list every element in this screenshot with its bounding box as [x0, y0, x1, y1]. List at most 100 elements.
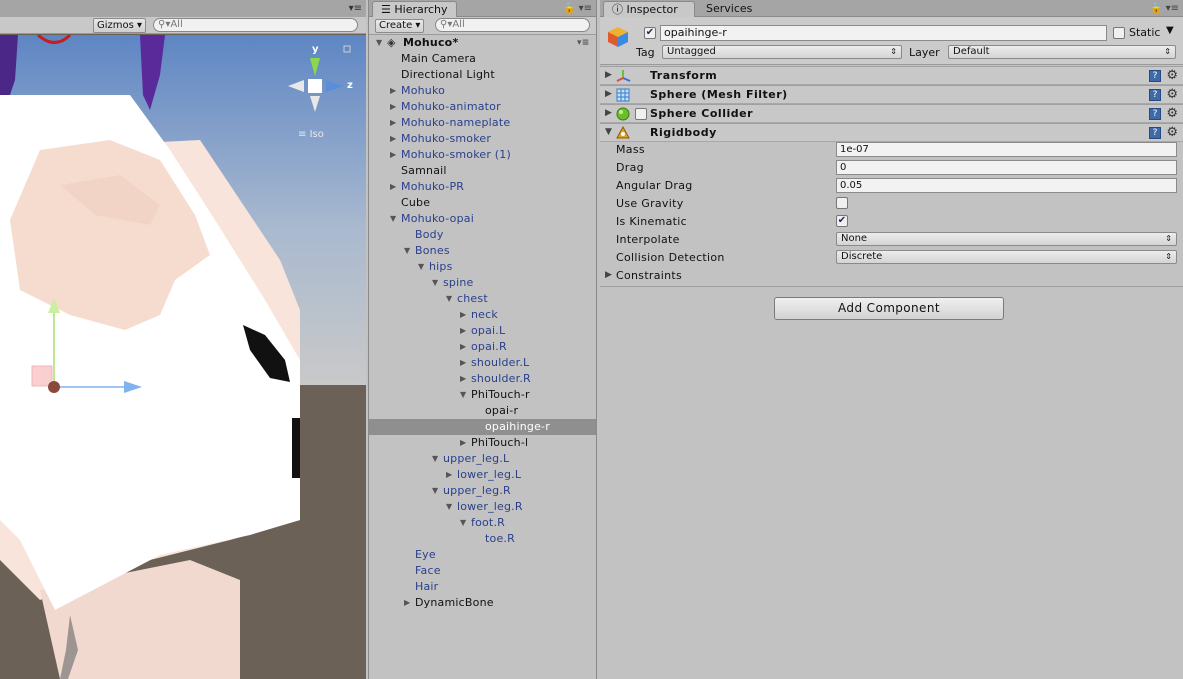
expand-arrow-icon[interactable]: ▶	[460, 371, 470, 387]
collapse-arrow-icon[interactable]: ▼	[432, 451, 442, 467]
gear-icon[interactable]: ⚙	[1166, 106, 1178, 121]
expand-arrow-icon[interactable]: ▶	[605, 89, 612, 99]
scene-view[interactable]: ▾≡ Gizmos ▾ ⚲▾All y z ≡ Iso	[0, 0, 366, 679]
component-mesh-filter[interactable]: ▶ Sphere (Mesh Filter) ? ⚙	[600, 85, 1183, 104]
hierarchy-item[interactable]: ▶ shoulder.R	[369, 371, 596, 387]
collision-detection-dropdown[interactable]: Discrete ⇕	[836, 250, 1177, 264]
hierarchy-item[interactable]: toe.R	[369, 531, 596, 547]
drag-field[interactable]: 0	[836, 160, 1177, 175]
collapse-arrow-icon[interactable]: ▼	[605, 127, 612, 137]
expand-arrow-icon[interactable]: ▶	[390, 115, 400, 131]
hierarchy-item[interactable]: ▼ chest	[369, 291, 596, 307]
scene-viewport[interactable]: y z ≡ Iso	[0, 33, 366, 679]
collapse-arrow-icon[interactable]: ▼	[418, 259, 428, 275]
expand-arrow-icon[interactable]: ▶	[390, 99, 400, 115]
inspector-lock-icon[interactable]: 🔒 ▾≡	[1150, 3, 1179, 14]
scene-menu-icon[interactable]: ▾≡	[349, 3, 362, 14]
hierarchy-item[interactable]: opaihinge-r	[369, 419, 596, 435]
hierarchy-item[interactable]: ▶ opai.L	[369, 323, 596, 339]
collapse-arrow-icon[interactable]: ▼	[446, 499, 456, 515]
help-icon[interactable]: ?	[1149, 89, 1161, 101]
object-name-field[interactable]: opaihinge-r	[660, 25, 1107, 41]
expand-arrow-icon[interactable]: ▶	[605, 108, 612, 118]
angular-drag-field[interactable]: 0.05	[836, 178, 1177, 193]
hierarchy-item[interactable]: ▶ Mohuko-animator	[369, 99, 596, 115]
gear-icon[interactable]: ⚙	[1166, 87, 1178, 102]
hierarchy-item[interactable]: Hair	[369, 579, 596, 595]
is-kinematic-checkbox[interactable]: ✔	[836, 215, 848, 227]
hierarchy-item[interactable]: ▶ neck	[369, 307, 596, 323]
gear-icon[interactable]: ⚙	[1166, 68, 1178, 83]
interpolate-dropdown[interactable]: None ⇕	[836, 232, 1177, 246]
expand-arrow-icon[interactable]: ▶	[460, 355, 470, 371]
hierarchy-item[interactable]: Samnail	[369, 163, 596, 179]
tab-inspector[interactable]: ⓘ Inspector	[603, 1, 695, 17]
hierarchy-item[interactable]: Face	[369, 563, 596, 579]
hierarchy-item[interactable]: Main Camera	[369, 51, 596, 67]
projection-label[interactable]: ≡ Iso	[298, 129, 324, 140]
expand-arrow-icon[interactable]: ▶	[460, 339, 470, 355]
hierarchy-item[interactable]: Cube	[369, 195, 596, 211]
scene-menu-icon[interactable]: ▾≡	[577, 35, 589, 51]
gear-icon[interactable]: ⚙	[1166, 125, 1178, 140]
hierarchy-search-input[interactable]: ⚲▾All	[435, 18, 590, 32]
hierarchy-item[interactable]: ▼ Mohuko-opai	[369, 211, 596, 227]
component-rigidbody[interactable]: ▼ Rigidbody ? ⚙	[600, 123, 1183, 142]
expand-arrow-icon[interactable]: ▶	[390, 131, 400, 147]
collapse-arrow-icon[interactable]: ▼	[460, 515, 470, 531]
hierarchy-item[interactable]: ▶ Mohuko-PR	[369, 179, 596, 195]
component-sphere-collider[interactable]: ▶ Sphere Collider ? ⚙	[600, 104, 1183, 123]
hierarchy-item[interactable]: ▶ lower_leg.L	[369, 467, 596, 483]
hierarchy-item[interactable]: ▼ upper_leg.L	[369, 451, 596, 467]
expand-arrow-icon[interactable]: ▶	[390, 179, 400, 195]
expand-arrow-icon[interactable]: ▶	[460, 435, 470, 451]
expand-arrow-icon[interactable]: ▶	[446, 467, 456, 483]
collapse-arrow-icon[interactable]: ▼	[390, 211, 400, 227]
hierarchy-item[interactable]: ▶ Mohuko	[369, 83, 596, 99]
help-icon[interactable]: ?	[1149, 127, 1161, 139]
collapse-arrow-icon[interactable]: ▼	[460, 387, 470, 403]
add-component-button[interactable]: Add Component	[774, 297, 1004, 320]
hierarchy-item[interactable]: Body	[369, 227, 596, 243]
hierarchy-item[interactable]: ▼ Bones	[369, 243, 596, 259]
hierarchy-item[interactable]: ▼ foot.R	[369, 515, 596, 531]
expand-arrow-icon[interactable]: ▶	[605, 70, 612, 80]
collapse-arrow-icon[interactable]: ▼	[432, 483, 442, 499]
help-icon[interactable]: ?	[1149, 70, 1161, 82]
hierarchy-item[interactable]: ▶ PhiTouch-l	[369, 435, 596, 451]
hierarchy-item[interactable]: ▼ hips	[369, 259, 596, 275]
hierarchy-item[interactable]: ▶ DynamicBone	[369, 595, 596, 611]
create-dropdown[interactable]: Create ▾	[375, 19, 425, 33]
use-gravity-checkbox[interactable]	[836, 197, 848, 209]
collapse-arrow-icon[interactable]: ▼	[446, 291, 456, 307]
collapse-arrow-icon[interactable]: ▼	[376, 35, 386, 51]
expand-arrow-icon[interactable]: ▶	[460, 323, 470, 339]
expand-arrow-icon[interactable]: ▶	[390, 147, 400, 163]
tab-services[interactable]: Services	[698, 1, 760, 17]
hierarchy-item[interactable]: ▼ lower_leg.R	[369, 499, 596, 515]
constraints-label[interactable]: Constraints	[616, 269, 682, 282]
hierarchy-item[interactable]: ▶ opai.R	[369, 339, 596, 355]
collapse-arrow-icon[interactable]: ▼	[432, 275, 442, 291]
tag-dropdown[interactable]: Untagged ⇕	[662, 45, 902, 59]
gizmos-dropdown[interactable]: Gizmos ▾	[93, 18, 147, 33]
hierarchy-item[interactable]: Directional Light	[369, 67, 596, 83]
expand-arrow-icon[interactable]: ▶	[460, 307, 470, 323]
component-transform[interactable]: ▶ Transform ? ⚙	[600, 66, 1183, 85]
tab-hierarchy[interactable]: ☰ Hierarchy	[372, 1, 457, 17]
hierarchy-item[interactable]: opai-r	[369, 403, 596, 419]
hierarchy-item[interactable]: Eye	[369, 547, 596, 563]
mass-field[interactable]: 1e-07	[836, 142, 1177, 157]
hierarchy-item[interactable]: ▶ Mohuko-smoker (1)	[369, 147, 596, 163]
scene-search-input[interactable]: ⚲▾All	[153, 18, 358, 32]
help-icon[interactable]: ?	[1149, 108, 1161, 120]
active-checkbox[interactable]: ✔	[644, 27, 656, 39]
layer-dropdown[interactable]: Default ⇕	[948, 45, 1176, 59]
hierarchy-item[interactable]: ▼ spine	[369, 275, 596, 291]
collider-enabled-checkbox[interactable]	[635, 108, 647, 120]
expand-arrow-icon[interactable]: ▶	[390, 83, 400, 99]
expand-arrow-icon[interactable]: ▶	[404, 595, 414, 611]
static-checkbox[interactable]	[1113, 27, 1125, 39]
hierarchy-item[interactable]: ▶ Mohuko-nameplate	[369, 115, 596, 131]
hierarchy-item[interactable]: ▼ upper_leg.R	[369, 483, 596, 499]
